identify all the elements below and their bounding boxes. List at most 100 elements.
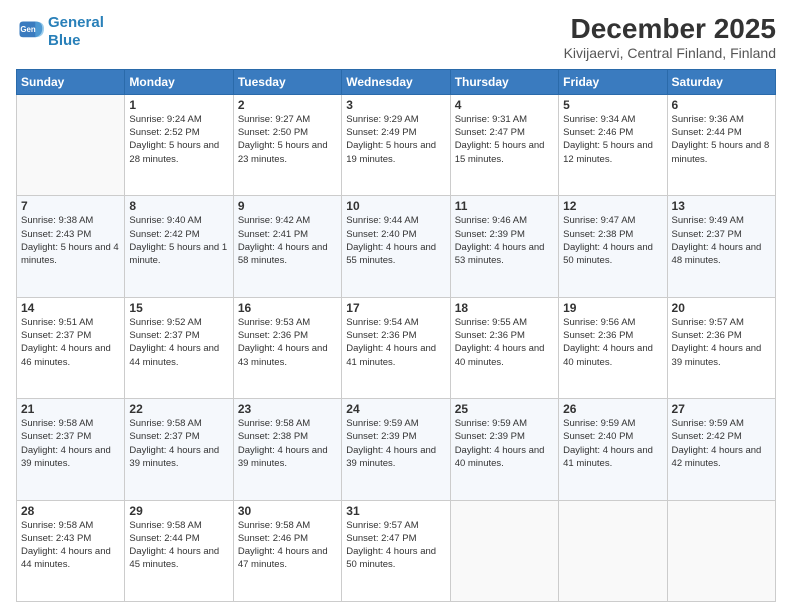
calendar-cell: 3Sunrise: 9:29 AM Sunset: 2:49 PM Daylig…	[342, 94, 450, 195]
calendar-cell: 5Sunrise: 9:34 AM Sunset: 2:46 PM Daylig…	[559, 94, 667, 195]
day-number: 28	[21, 504, 120, 518]
calendar-cell: 31Sunrise: 9:57 AM Sunset: 2:47 PM Dayli…	[342, 500, 450, 601]
calendar-cell: 1Sunrise: 9:24 AM Sunset: 2:52 PM Daylig…	[125, 94, 233, 195]
calendar-cell	[667, 500, 775, 601]
day-info: Sunrise: 9:36 AM Sunset: 2:44 PM Dayligh…	[672, 113, 771, 166]
calendar-body: 1Sunrise: 9:24 AM Sunset: 2:52 PM Daylig…	[17, 94, 776, 601]
month-title: December 2025	[564, 14, 776, 45]
day-info: Sunrise: 9:38 AM Sunset: 2:43 PM Dayligh…	[21, 214, 120, 267]
calendar-cell: 7Sunrise: 9:38 AM Sunset: 2:43 PM Daylig…	[17, 196, 125, 297]
calendar-cell: 13Sunrise: 9:49 AM Sunset: 2:37 PM Dayli…	[667, 196, 775, 297]
page: Gen General Blue December 2025 Kivijaerv…	[0, 0, 792, 612]
day-info: Sunrise: 9:59 AM Sunset: 2:39 PM Dayligh…	[455, 417, 554, 470]
calendar-cell: 18Sunrise: 9:55 AM Sunset: 2:36 PM Dayli…	[450, 297, 558, 398]
day-number: 12	[563, 199, 662, 213]
calendar-cell: 8Sunrise: 9:40 AM Sunset: 2:42 PM Daylig…	[125, 196, 233, 297]
weekday-header-sunday: Sunday	[17, 69, 125, 94]
day-number: 22	[129, 402, 228, 416]
day-number: 13	[672, 199, 771, 213]
calendar-cell: 4Sunrise: 9:31 AM Sunset: 2:47 PM Daylig…	[450, 94, 558, 195]
calendar-cell: 24Sunrise: 9:59 AM Sunset: 2:39 PM Dayli…	[342, 399, 450, 500]
calendar-cell	[17, 94, 125, 195]
day-info: Sunrise: 9:58 AM Sunset: 2:37 PM Dayligh…	[21, 417, 120, 470]
day-number: 15	[129, 301, 228, 315]
day-info: Sunrise: 9:42 AM Sunset: 2:41 PM Dayligh…	[238, 214, 337, 267]
calendar-cell: 22Sunrise: 9:58 AM Sunset: 2:37 PM Dayli…	[125, 399, 233, 500]
day-info: Sunrise: 9:46 AM Sunset: 2:39 PM Dayligh…	[455, 214, 554, 267]
calendar-week-3: 14Sunrise: 9:51 AM Sunset: 2:37 PM Dayli…	[17, 297, 776, 398]
day-info: Sunrise: 9:49 AM Sunset: 2:37 PM Dayligh…	[672, 214, 771, 267]
day-info: Sunrise: 9:59 AM Sunset: 2:39 PM Dayligh…	[346, 417, 445, 470]
day-number: 27	[672, 402, 771, 416]
day-info: Sunrise: 9:29 AM Sunset: 2:49 PM Dayligh…	[346, 113, 445, 166]
day-info: Sunrise: 9:34 AM Sunset: 2:46 PM Dayligh…	[563, 113, 662, 166]
calendar-cell	[559, 500, 667, 601]
day-number: 20	[672, 301, 771, 315]
logo: Gen General Blue	[16, 14, 104, 50]
calendar-cell: 27Sunrise: 9:59 AM Sunset: 2:42 PM Dayli…	[667, 399, 775, 500]
day-number: 21	[21, 402, 120, 416]
day-info: Sunrise: 9:27 AM Sunset: 2:50 PM Dayligh…	[238, 113, 337, 166]
location-title: Kivijaervi, Central Finland, Finland	[564, 45, 776, 61]
weekday-header-row: SundayMondayTuesdayWednesdayThursdayFrid…	[17, 69, 776, 94]
logo-line1: General	[48, 14, 104, 31]
calendar-cell: 26Sunrise: 9:59 AM Sunset: 2:40 PM Dayli…	[559, 399, 667, 500]
day-number: 16	[238, 301, 337, 315]
header: Gen General Blue December 2025 Kivijaerv…	[16, 14, 776, 61]
day-info: Sunrise: 9:52 AM Sunset: 2:37 PM Dayligh…	[129, 316, 228, 369]
day-number: 18	[455, 301, 554, 315]
day-info: Sunrise: 9:58 AM Sunset: 2:37 PM Dayligh…	[129, 417, 228, 470]
day-number: 6	[672, 98, 771, 112]
day-info: Sunrise: 9:55 AM Sunset: 2:36 PM Dayligh…	[455, 316, 554, 369]
weekday-header-monday: Monday	[125, 69, 233, 94]
day-info: Sunrise: 9:57 AM Sunset: 2:47 PM Dayligh…	[346, 519, 445, 572]
svg-text:Gen: Gen	[20, 25, 35, 34]
day-info: Sunrise: 9:53 AM Sunset: 2:36 PM Dayligh…	[238, 316, 337, 369]
day-number: 3	[346, 98, 445, 112]
day-number: 9	[238, 199, 337, 213]
weekday-header-tuesday: Tuesday	[233, 69, 341, 94]
day-number: 14	[21, 301, 120, 315]
day-number: 4	[455, 98, 554, 112]
calendar-cell: 19Sunrise: 9:56 AM Sunset: 2:36 PM Dayli…	[559, 297, 667, 398]
day-info: Sunrise: 9:40 AM Sunset: 2:42 PM Dayligh…	[129, 214, 228, 267]
calendar-week-2: 7Sunrise: 9:38 AM Sunset: 2:43 PM Daylig…	[17, 196, 776, 297]
day-number: 19	[563, 301, 662, 315]
calendar-cell: 2Sunrise: 9:27 AM Sunset: 2:50 PM Daylig…	[233, 94, 341, 195]
day-number: 10	[346, 199, 445, 213]
day-info: Sunrise: 9:58 AM Sunset: 2:46 PM Dayligh…	[238, 519, 337, 572]
calendar-week-1: 1Sunrise: 9:24 AM Sunset: 2:52 PM Daylig…	[17, 94, 776, 195]
calendar-cell: 9Sunrise: 9:42 AM Sunset: 2:41 PM Daylig…	[233, 196, 341, 297]
calendar-cell: 29Sunrise: 9:58 AM Sunset: 2:44 PM Dayli…	[125, 500, 233, 601]
calendar-table: SundayMondayTuesdayWednesdayThursdayFrid…	[16, 69, 776, 602]
weekday-header-saturday: Saturday	[667, 69, 775, 94]
title-block: December 2025 Kivijaervi, Central Finlan…	[564, 14, 776, 61]
calendar-week-4: 21Sunrise: 9:58 AM Sunset: 2:37 PM Dayli…	[17, 399, 776, 500]
day-number: 25	[455, 402, 554, 416]
calendar-cell: 6Sunrise: 9:36 AM Sunset: 2:44 PM Daylig…	[667, 94, 775, 195]
day-info: Sunrise: 9:58 AM Sunset: 2:44 PM Dayligh…	[129, 519, 228, 572]
day-info: Sunrise: 9:58 AM Sunset: 2:38 PM Dayligh…	[238, 417, 337, 470]
day-number: 1	[129, 98, 228, 112]
day-number: 17	[346, 301, 445, 315]
day-info: Sunrise: 9:54 AM Sunset: 2:36 PM Dayligh…	[346, 316, 445, 369]
day-number: 7	[21, 199, 120, 213]
day-number: 26	[563, 402, 662, 416]
calendar-cell: 23Sunrise: 9:58 AM Sunset: 2:38 PM Dayli…	[233, 399, 341, 500]
calendar-cell: 10Sunrise: 9:44 AM Sunset: 2:40 PM Dayli…	[342, 196, 450, 297]
calendar-cell: 11Sunrise: 9:46 AM Sunset: 2:39 PM Dayli…	[450, 196, 558, 297]
day-info: Sunrise: 9:57 AM Sunset: 2:36 PM Dayligh…	[672, 316, 771, 369]
day-info: Sunrise: 9:31 AM Sunset: 2:47 PM Dayligh…	[455, 113, 554, 166]
calendar-cell: 25Sunrise: 9:59 AM Sunset: 2:39 PM Dayli…	[450, 399, 558, 500]
calendar-cell: 17Sunrise: 9:54 AM Sunset: 2:36 PM Dayli…	[342, 297, 450, 398]
weekday-header-wednesday: Wednesday	[342, 69, 450, 94]
logo-text: General Blue	[48, 14, 104, 50]
calendar-cell: 14Sunrise: 9:51 AM Sunset: 2:37 PM Dayli…	[17, 297, 125, 398]
day-number: 23	[238, 402, 337, 416]
day-info: Sunrise: 9:58 AM Sunset: 2:43 PM Dayligh…	[21, 519, 120, 572]
calendar-cell: 20Sunrise: 9:57 AM Sunset: 2:36 PM Dayli…	[667, 297, 775, 398]
day-info: Sunrise: 9:51 AM Sunset: 2:37 PM Dayligh…	[21, 316, 120, 369]
day-number: 24	[346, 402, 445, 416]
day-info: Sunrise: 9:59 AM Sunset: 2:42 PM Dayligh…	[672, 417, 771, 470]
day-number: 30	[238, 504, 337, 518]
